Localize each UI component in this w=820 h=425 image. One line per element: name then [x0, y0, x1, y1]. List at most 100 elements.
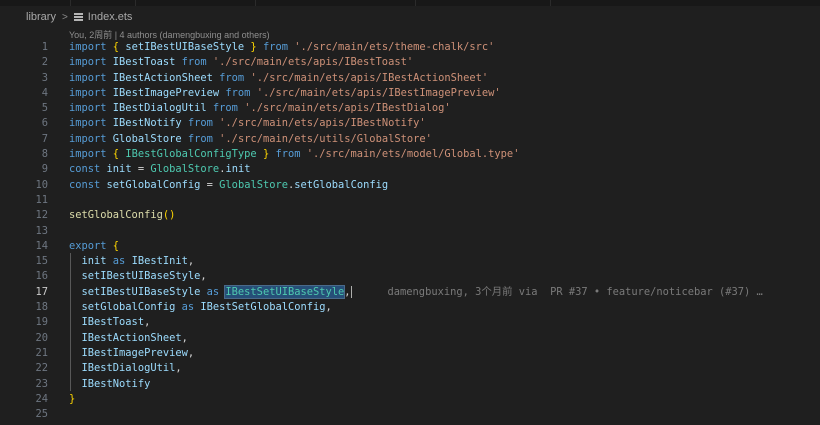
code-token: from: [212, 71, 251, 84]
line-number: 4: [41, 86, 48, 99]
code-token: setGlobalConfig: [81, 301, 176, 314]
code-token: init: [225, 163, 251, 176]
code-line[interactable]: 18 setGlobalConfig as IBestSetGlobalConf…: [0, 300, 820, 315]
code-token: './src/main/ets/apis/IBestDialog': [244, 102, 451, 115]
code-line[interactable]: 21 IBestImagePreview,: [0, 346, 820, 361]
code-token: {: [112, 41, 126, 53]
code-token: IBestDialogUtil: [112, 102, 207, 115]
code-token: setIBestUIBaseStyle: [81, 270, 201, 283]
code-text[interactable]: import { setIBestUIBaseStyle } from './s…: [69, 40, 494, 55]
code-token: ,: [181, 331, 188, 344]
code-token: as: [175, 301, 201, 314]
git-blame-annotation[interactable]: damengbuxing, 3个月前 via PR #37 • feature/…: [388, 286, 763, 298]
code-line[interactable]: 10 const setGlobalConfig = GlobalStore.se…: [0, 178, 820, 193]
code-text[interactable]: const init = GlobalStore.init: [69, 162, 250, 177]
line-number: 21: [35, 346, 48, 359]
code-token: IBestNotify: [112, 117, 182, 130]
code-text[interactable]: import { IBestGlobalConfigType } from '.…: [69, 147, 519, 162]
code-token: IBestImagePreview: [81, 346, 188, 359]
code-token: GlobalStore: [219, 178, 288, 191]
code-text[interactable]: import IBestToast from './src/main/ets/a…: [69, 55, 413, 70]
code-token: './src/main/ets/theme-chalk/src': [294, 41, 495, 53]
selected-identifier[interactable]: IBestSetUIBaseStyle: [224, 284, 346, 299]
code-line[interactable]: 4 import IBestImagePreview from './src/ma…: [0, 86, 820, 101]
code-text[interactable]: IBestImagePreview,: [69, 346, 195, 361]
breadcrumb-file[interactable]: Index.ets: [88, 11, 133, 23]
code-line[interactable]: 5 import IBestDialogUtil from './src/main…: [0, 101, 820, 116]
code-token: import: [69, 86, 113, 99]
code-line[interactable]: 23 IBestNotify: [0, 377, 820, 392]
code-token: from: [206, 102, 245, 115]
breadcrumb: library > Index.ets: [0, 6, 820, 28]
code-line[interactable]: 16 setIBestUIBaseStyle,: [0, 269, 820, 284]
code-text[interactable]: IBestToast,: [69, 315, 151, 330]
code-token: setGlobalConfig: [69, 209, 163, 222]
code-text[interactable]: import IBestNotify from './src/main/ets/…: [69, 116, 426, 131]
code-token: './src/main/ets/model/Global.type': [306, 148, 520, 161]
code-line[interactable]: 25: [0, 407, 820, 422]
code-token: from: [219, 86, 257, 99]
code-line[interactable]: 22 IBestDialogUtil,: [0, 361, 820, 376]
code-token: from: [181, 132, 220, 145]
line-number: 19: [35, 316, 48, 329]
code-text[interactable]: export {: [69, 239, 119, 254]
code-token: setGlobalConfig: [294, 178, 389, 191]
code-text[interactable]: setGlobalConfig as IBestSetGlobalConfig,: [69, 300, 332, 315]
code-token: ,: [325, 301, 332, 314]
code-text[interactable]: init as IBestInit,: [69, 254, 195, 269]
code-line[interactable]: 20 IBestActionSheet,: [0, 331, 820, 346]
code-token: import: [69, 71, 113, 84]
code-line[interactable]: 8 import { IBestGlobalConfigType } from '…: [0, 147, 820, 162]
code-text[interactable]: IBestActionSheet,: [69, 331, 188, 346]
code-token: =: [131, 163, 151, 176]
code-text[interactable]: IBestNotify: [69, 377, 151, 392]
code-line[interactable]: 14 export {: [0, 239, 820, 254]
code-text[interactable]: import GlobalStore from './src/main/ets/…: [69, 132, 432, 147]
code-line[interactable]: 13: [0, 224, 820, 239]
code-line[interactable]: 15 init as IBestInit,: [0, 254, 820, 269]
code-text[interactable]: IBestDialogUtil,: [69, 361, 182, 376]
line-number: 1: [41, 41, 48, 53]
code-line[interactable]: 24}: [0, 392, 820, 407]
code-line[interactable]: 1 import { setIBestUIBaseStyle } from './…: [0, 40, 820, 55]
code-line[interactable]: 3 import IBestActionSheet from './src/mai…: [0, 71, 820, 86]
line-number: 11: [35, 193, 48, 206]
code-text[interactable]: setGlobalConfig(): [69, 208, 175, 223]
line-number: 25: [35, 408, 48, 421]
code-token: IBestImagePreview: [112, 86, 220, 99]
code-token: setIBestUIBaseStyle: [81, 285, 201, 298]
code-line[interactable]: 7 import GlobalStore from './src/main/ets…: [0, 132, 820, 147]
file-lines-icon: [73, 12, 84, 22]
code-line[interactable]: 11: [0, 193, 820, 208]
code-line[interactable]: 6 import IBestNotify from './src/main/ets…: [0, 116, 820, 131]
code-text[interactable]: setIBestUIBaseStyle as IBestSetUIBaseSty…: [69, 284, 763, 300]
code-text[interactable]: import IBestDialogUtil from './src/main/…: [69, 101, 451, 116]
code-token: }: [256, 148, 270, 161]
code-token: './src/main/ets/apis/IBestImagePreview': [256, 86, 501, 99]
code-token: GlobalStore: [112, 132, 182, 145]
code-line[interactable]: 2 import IBestToast from './src/main/ets/…: [0, 55, 820, 70]
code-token: =: [200, 178, 220, 191]
line-number: 7: [41, 132, 48, 145]
code-token: IBestInit: [131, 255, 188, 268]
code-text[interactable]: const setGlobalConfig = GlobalStore.setG…: [69, 178, 388, 193]
code-token: './src/main/ets/apis/IBestNotify': [219, 117, 426, 130]
code-line[interactable]: 19 IBestToast,: [0, 315, 820, 330]
code-line[interactable]: 12 setGlobalConfig(): [0, 208, 820, 223]
code-editor[interactable]: 1 import { setIBestUIBaseStyle } from './…: [0, 40, 820, 422]
code-token: ,: [187, 255, 195, 268]
line-number: 9: [41, 163, 48, 176]
code-line[interactable]: 17 setIBestUIBaseStyle as IBestSetUIBase…: [0, 284, 820, 300]
line-number: 14: [35, 239, 48, 252]
code-text[interactable]: }: [69, 392, 75, 407]
code-token: init: [106, 163, 132, 176]
line-number: 10: [35, 178, 48, 191]
code-token: {: [112, 148, 126, 161]
code-line[interactable]: 9 const init = GlobalStore.init: [0, 162, 820, 177]
code-text[interactable]: import IBestActionSheet from './src/main…: [69, 71, 488, 86]
code-text[interactable]: import IBestImagePreview from './src/mai…: [69, 86, 501, 101]
line-number: 23: [35, 377, 48, 390]
code-text[interactable]: setIBestUIBaseStyle,: [69, 269, 207, 284]
breadcrumb-folder[interactable]: library: [0, 11, 56, 23]
line-number: 5: [41, 102, 48, 115]
